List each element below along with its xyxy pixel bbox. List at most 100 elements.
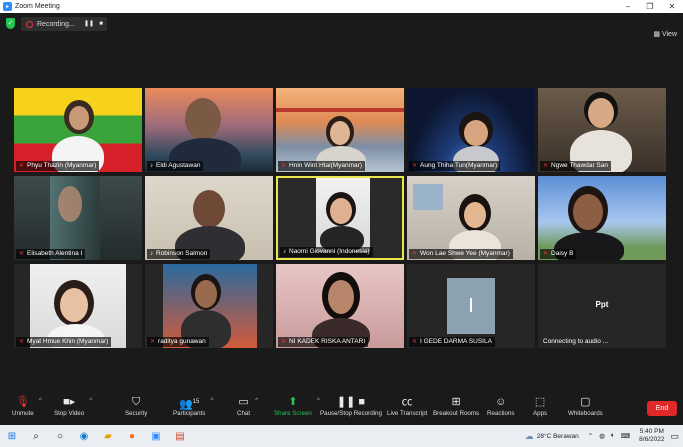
participants-button[interactable]: 👥15 Participants ^ [173, 394, 213, 417]
speaker-icon[interactable]: 🔈︎ [611, 432, 615, 440]
chat-button[interactable]: ▭ Chat ^ [237, 394, 258, 417]
participant-name: ♪ Naomi Giovanni (Indonesia) [280, 247, 373, 257]
video-tile[interactable]: Ppt Connecting to audio ... [538, 264, 666, 348]
participants-icon: 👥15 [178, 398, 200, 411]
video-tile[interactable]: I ✕ I GEDE DARMA SUSILA [407, 264, 535, 348]
video-tile[interactable]: ✕ raditya gunawan [145, 264, 273, 348]
whiteboard-icon: ▢ [580, 396, 591, 408]
clock[interactable]: 5:40 PM 8/6/2022 [639, 428, 664, 444]
windows-start-icon[interactable]: ⊞ [0, 431, 24, 442]
mic-muted-icon: ✕ [412, 339, 418, 345]
security-shield-icon[interactable]: ✓ [6, 18, 15, 29]
breakout-rooms-label: Breakout Rooms [433, 410, 480, 417]
video-tile[interactable]: ✕ Ngwe Thawdar San [538, 88, 666, 172]
clock-time: 5:40 PM [639, 428, 664, 435]
breakout-rooms-button[interactable]: ⊞ Breakout Rooms [433, 394, 479, 417]
apps-label: Apps [533, 410, 548, 417]
unmute-label: Unmute [12, 410, 34, 417]
windows-taskbar: ⊞ ⌕ ○ ◉ ▰ ● ▣ ▤ ☁ 28°C Berawan ⌃ ◍ 🔈︎ ⌨ … [0, 425, 683, 447]
chevron-up-icon[interactable]: ^ [89, 398, 92, 404]
pause-stop-recording-button[interactable]: ❚❚ ■ Pause/Stop Recording [320, 394, 382, 417]
firefox-icon[interactable]: ● [120, 431, 144, 442]
pause-recording-label: Pause/Stop Recording [320, 410, 382, 417]
mic-muted-icon: ✕ [543, 163, 549, 169]
video-camera-icon: ■▸ [63, 396, 76, 408]
weather-text[interactable]: 28°C Berawan [537, 433, 579, 440]
chevron-up-icon[interactable]: ^ [39, 398, 42, 404]
video-tile[interactable]: ✕ Myat Hmue Khin (Myanmar) [14, 264, 142, 348]
pause-recording-icon[interactable]: ❚❚ [83, 19, 95, 29]
close-button[interactable]: ✕ [661, 2, 683, 11]
video-tile[interactable]: ✕ NI KADEK RISKA ANTARI [276, 264, 404, 348]
recording-label: Recording... [37, 20, 75, 28]
video-tile[interactable]: ✕ Hnin Wint Htal(Myanmar) [276, 88, 404, 172]
tray-chevron-icon[interactable]: ⌃ [588, 432, 593, 440]
powerpoint-icon[interactable]: ▤ [168, 431, 192, 442]
participant-name: ✕ NI KADEK RISKA ANTARI [278, 337, 369, 347]
participants-label: Participants [173, 410, 206, 417]
window-title: Zoom Meeting [15, 3, 60, 10]
clock-date: 8/6/2022 [639, 436, 665, 443]
stop-video-button[interactable]: ■▸ Stop Video ^ [54, 394, 92, 417]
video-tile[interactable]: ✕ Aung Thiha Tun(Myanmar) [407, 88, 535, 172]
search-icon[interactable]: ⌕ [24, 431, 48, 442]
participant-name: ✕ Daisy B [540, 249, 577, 259]
mic-muted-icon: ✕ [150, 339, 156, 345]
apps-icon: ⬚ [534, 396, 546, 408]
live-transcript-button[interactable]: ㏄ Live Transcript [387, 394, 427, 417]
apps-button[interactable]: ⬚ Apps [533, 394, 547, 417]
pause-stop-icon: ❚❚ ■ [336, 396, 366, 408]
participant-name: ♪ Eldi Agustawan [147, 161, 204, 171]
mic-muted-icon: ✕ [19, 251, 25, 257]
zoom-app-icon[interactable]: ▣ [144, 431, 168, 442]
language-icon[interactable]: ⌨ [621, 432, 630, 440]
participant-label: Ppt [595, 300, 609, 309]
security-label: Security [125, 410, 148, 417]
video-tile[interactable]: ✕ Elisabeth Alentina I [14, 176, 142, 260]
recording-indicator: Recording... ❚❚ ■ [21, 17, 107, 31]
participant-name: ✕ Hnin Wint Htal(Myanmar) [278, 161, 365, 171]
network-icon[interactable]: ◍ [599, 432, 605, 440]
share-screen-label: Share Screen [274, 410, 312, 417]
participant-initial: I [447, 278, 495, 334]
unmute-button[interactable]: 🎙︎ Unmute ^ [12, 394, 42, 417]
restore-button[interactable]: ❐ [639, 2, 661, 11]
whiteboards-label: Whiteboards [568, 410, 603, 417]
reactions-button[interactable]: ☺ Reactions [487, 394, 515, 417]
mic-muted-icon: ✕ [19, 163, 25, 169]
video-tile[interactable]: ✕ Phyu Thazin (Myanmar) [14, 88, 142, 172]
notification-icon[interactable]: ▭ [670, 431, 679, 442]
participant-name: ♪ Robinson Salmon [147, 249, 211, 259]
breakout-rooms-icon: ⊞ [451, 396, 461, 408]
video-tile-active-speaker[interactable]: ♪ Naomi Giovanni (Indonesia) [276, 176, 404, 260]
mic-icon: ♪ [150, 251, 153, 257]
participant-name: ✕ Phyu Thazin (Myanmar) [16, 161, 100, 171]
zoom-logo-icon: ▸ [3, 2, 12, 11]
video-tile[interactable]: ✕ Daisy B [538, 176, 666, 260]
chevron-up-icon[interactable]: ^ [255, 398, 258, 404]
security-button[interactable]: ⛉ Security [125, 394, 147, 417]
view-button[interactable]: ▦ View [653, 30, 677, 38]
video-tile[interactable]: ♪ Eldi Agustawan [145, 88, 273, 172]
record-dot-icon [26, 20, 33, 28]
video-tile[interactable]: ✕ Won Lae Shwe Yee (Myanmar) [407, 176, 535, 260]
chat-bubble-icon: ▭ [238, 396, 249, 408]
whiteboards-button[interactable]: ▢ Whiteboards [568, 394, 603, 417]
video-tile[interactable]: ♪ Robinson Salmon [145, 176, 273, 260]
participant-name: ✕ I GEDE DARMA SUSILA [409, 337, 495, 347]
shield-icon: ⛉ [132, 396, 141, 408]
share-screen-button[interactable]: ⬆ Share Screen ^ [274, 394, 320, 417]
chevron-up-icon[interactable]: ^ [211, 398, 214, 404]
participant-name: ✕ Ngwe Thawdar San [540, 161, 611, 171]
minimize-button[interactable]: – [617, 2, 639, 11]
system-tray: ☁ 28°C Berawan ⌃ ◍ 🔈︎ ⌨ 5:40 PM 8/6/2022… [525, 425, 679, 447]
grid-view-icon: ▦ [653, 31, 662, 38]
edge-browser-icon[interactable]: ◉ [72, 431, 96, 442]
file-explorer-icon[interactable]: ▰ [96, 431, 120, 442]
stop-recording-icon[interactable]: ■ [95, 19, 107, 29]
mic-muted-icon: ✕ [281, 339, 287, 345]
end-meeting-button[interactable]: End [647, 401, 677, 416]
share-screen-icon: ⬆ [288, 396, 298, 408]
meeting-toolbar: 🎙︎ Unmute ^ ■▸ Stop Video ^ ⛉ Security 👥… [0, 392, 683, 425]
task-view-icon[interactable]: ○ [48, 431, 72, 442]
